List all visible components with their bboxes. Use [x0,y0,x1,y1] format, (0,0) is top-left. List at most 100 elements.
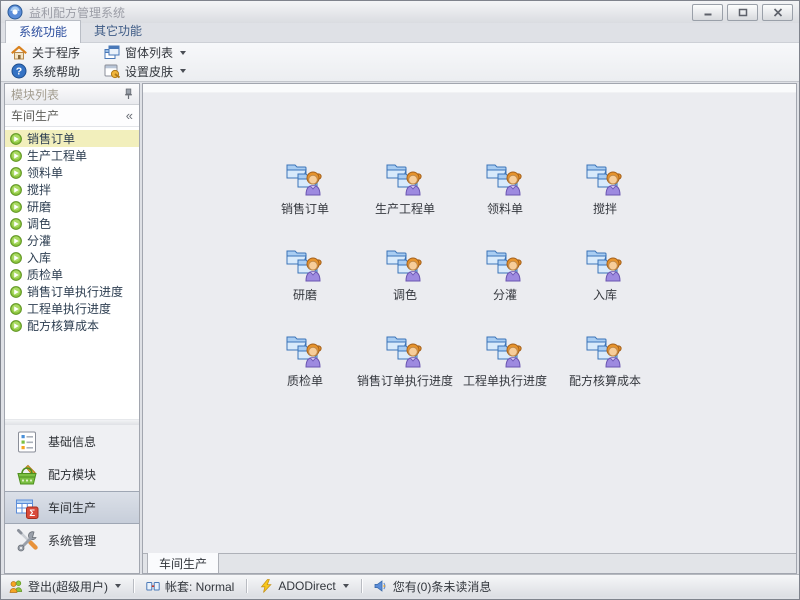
shortcut-stirring[interactable]: 搅拌 [555,161,655,221]
sidebar-item-sales-order-progress[interactable]: 销售订单执行进度 [5,283,139,300]
sidebar-header-label: 模块列表 [11,86,59,103]
green-arrow-icon [10,269,22,281]
sidebar-item-label: 调色 [27,215,51,232]
sidebar-section-basic-info[interactable]: 基础信息 [5,425,139,458]
status-divider [133,579,134,593]
shortcut-sales-order-progress[interactable]: 销售订单执行进度 [355,333,455,393]
maximize-icon [738,8,748,17]
ribbon-row-2: 系统帮助 设置皮肤 [9,63,799,80]
shortcut-filling[interactable]: 分灌 [455,247,555,307]
logout-label: 登出(超级用户) [28,578,108,595]
folder-user-icon [385,161,425,197]
shortcut-quality-check[interactable]: 质检单 [255,333,355,393]
sidebar-item-color-mixing[interactable]: 调色 [5,215,139,232]
sidebar-item-label: 销售订单执行进度 [27,283,123,300]
window-title: 益利配方管理系统 [29,4,125,21]
document-tab-workshop-production[interactable]: 车间生产 [147,553,219,573]
set-skin-button[interactable]: 设置皮肤 [102,63,188,80]
window-list-label: 窗体列表 [125,44,173,61]
sidebar: 模块列表 车间生产 « 销售订单 生产工程单 领料单 搅拌 研磨 调色 分灌 入… [4,83,140,574]
shortcut-label: 搅拌 [593,200,617,217]
system-help-button[interactable]: 系统帮助 [9,63,82,80]
minimize-icon [703,8,713,17]
sidebar-item-quality-check[interactable]: 质检单 [5,266,139,283]
pin-icon[interactable] [124,88,133,100]
shortcut-grinding[interactable]: 研磨 [255,247,355,307]
folder-user-icon [285,247,325,283]
folder-user-icon [585,161,625,197]
unread-messages-label: 您有(0)条未读消息 [393,578,492,595]
section-label: 基础信息 [48,433,96,450]
sidebar-item-formula-cost[interactable]: 配方核算成本 [5,317,139,334]
sidebar-section-formula-module[interactable]: 配方模块 [5,458,139,491]
shortcut-label: 生产工程单 [375,200,435,217]
skin-icon [104,63,120,79]
collapse-icon[interactable]: « [126,109,133,122]
sidebar-item-project-order-progress[interactable]: 工程单执行进度 [5,300,139,317]
window-list-icon [104,45,120,61]
main-panel-top-strip [143,84,796,93]
system-help-label: 系统帮助 [32,63,80,80]
green-arrow-icon [10,184,22,196]
sidebar-item-filling[interactable]: 分灌 [5,232,139,249]
green-arrow-icon [10,252,22,264]
dropdown-arrow-icon [115,584,121,588]
sidebar-section-system-management[interactable]: 系统管理 [5,524,139,557]
about-program-label: 关于程序 [32,44,80,61]
help-icon [11,63,27,79]
folder-user-icon [385,333,425,369]
sidebar-group-label: 车间生产 [11,107,59,124]
sidebar-item-label: 分灌 [27,232,51,249]
basket-icon [15,463,39,487]
tab-other-functions[interactable]: 其它功能 [81,20,155,42]
shortcut-color-mixing[interactable]: 调色 [355,247,455,307]
window-list-button[interactable]: 窗体列表 [102,44,188,61]
folder-user-icon [485,333,525,369]
folder-user-icon [485,247,525,283]
shortcut-production-order[interactable]: 生产工程单 [355,161,455,221]
sidebar-item-label: 生产工程单 [27,147,87,164]
dropdown-arrow-icon [180,69,186,73]
sidebar-section-workshop-production[interactable]: 车间生产 [5,491,139,524]
shortcut-sales-order[interactable]: 销售订单 [255,161,355,221]
shortcut-label: 销售订单执行进度 [357,372,453,389]
maximize-button[interactable] [727,4,758,21]
shortcut-grid: 销售订单 生产工程单 领料单 搅拌 研磨 调色 分灌 入库 质检单 销售订单执行… [255,161,655,393]
green-arrow-icon [10,235,22,247]
shortcut-label: 配方核算成本 [569,372,641,389]
sidebar-footer [5,557,139,573]
sidebar-item-warehousing[interactable]: 入库 [5,249,139,266]
account-set-label: 帐套: Normal [165,578,234,595]
green-arrow-icon [10,286,22,298]
green-arrow-icon [10,218,22,230]
sidebar-item-stirring[interactable]: 搅拌 [5,181,139,198]
sidebar-item-sales-order[interactable]: 销售订单 [5,130,139,147]
unread-messages-indicator[interactable]: 您有(0)条未读消息 [374,578,492,595]
minimize-button[interactable] [692,4,723,21]
sidebar-item-grinding[interactable]: 研磨 [5,198,139,215]
logout-button[interactable]: 登出(超级用户) [9,578,121,595]
sidebar-item-production-order[interactable]: 生产工程单 [5,147,139,164]
account-link-icon [146,579,160,593]
list-icon [15,430,39,454]
shortcut-material-request[interactable]: 领料单 [455,161,555,221]
sidebar-sections: 基础信息 配方模块 车间生产 系统管理 [5,425,139,557]
shortcut-formula-cost[interactable]: 配方核算成本 [555,333,655,393]
sidebar-item-material-request[interactable]: 领料单 [5,164,139,181]
ado-direct-button[interactable]: ADODirect [259,579,348,593]
folder-user-icon [385,247,425,283]
close-button[interactable] [762,4,793,21]
folder-user-icon [485,161,525,197]
shortcut-project-order-progress[interactable]: 工程单执行进度 [455,333,555,393]
tab-system-functions[interactable]: 系统功能 [5,20,81,43]
document-tab-row: 车间生产 [143,553,796,573]
folder-user-icon [285,161,325,197]
shortcut-warehousing[interactable]: 入库 [555,247,655,307]
about-program-button[interactable]: 关于程序 [9,44,82,61]
section-label: 系统管理 [48,532,96,549]
sidebar-header: 模块列表 [5,84,139,105]
ribbon-body: 关于程序 窗体列表 系统帮助 设置皮肤 [1,42,799,82]
workspace: 模块列表 车间生产 « 销售订单 生产工程单 领料单 搅拌 研磨 调色 分灌 入… [4,83,797,574]
account-set-indicator[interactable]: 帐套: Normal [146,578,234,595]
folder-user-icon [285,333,325,369]
